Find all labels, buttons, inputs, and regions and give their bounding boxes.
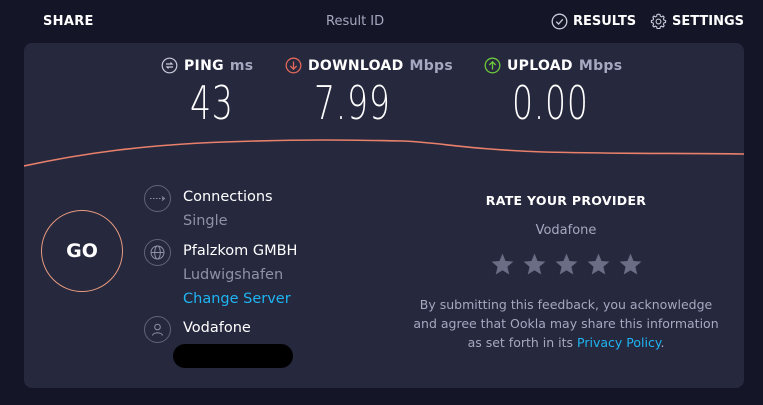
isp-name: Vodafone <box>183 320 251 336</box>
star-icon-3[interactable] <box>554 252 579 277</box>
upload-value: 0.00 <box>512 76 589 130</box>
star-icon-5[interactable] <box>618 252 643 277</box>
disclaimer-line-3: as set forth in its <box>467 335 574 350</box>
isp-info: Vodafone <box>144 316 293 368</box>
download-arrow-icon <box>285 57 302 74</box>
settings-label: SETTINGS <box>672 14 745 29</box>
upload-arrow-icon <box>484 57 501 74</box>
server-info: Pfalzkom GMBH Ludwigshafen Change Server <box>144 239 297 311</box>
result-id-label: Result ID <box>326 14 385 29</box>
share-button[interactable]: SHARE <box>43 14 94 29</box>
ping-metric: PING ms 43 <box>161 57 253 130</box>
connections-mode: Single <box>183 213 228 229</box>
disclaimer-line-1: By submitting this feedback, you acknowl… <box>419 297 713 312</box>
top-bar: SHARE Result ID RESULTS SETTINGS <box>0 0 763 44</box>
speed-graph <box>24 139 744 167</box>
privacy-policy-link[interactable]: Privacy Policy <box>577 335 660 350</box>
ping-label: PING <box>184 57 224 74</box>
ping-unit: ms <box>229 57 254 74</box>
globe-icon <box>144 239 171 266</box>
results-button[interactable]: RESULTS <box>551 13 636 30</box>
server-location: Ludwigshafen <box>183 267 284 283</box>
connections-icon <box>144 185 171 212</box>
upload-unit: Mbps <box>578 57 623 74</box>
server-name: Pfalzkom GMBH <box>183 243 298 259</box>
user-icon <box>144 316 171 343</box>
ping-value: 43 <box>190 76 234 130</box>
rate-provider-name: Vodafone <box>535 223 597 238</box>
upload-label: UPLOAD <box>507 57 573 74</box>
check-circle-icon <box>551 13 568 30</box>
settings-button[interactable]: SETTINGS <box>650 13 744 30</box>
redacted-ip <box>173 344 293 368</box>
feedback-disclaimer: By submitting this feedback, you acknowl… <box>396 295 736 352</box>
star-icon-1[interactable] <box>490 252 515 277</box>
disclaimer-period: . <box>660 335 665 350</box>
star-rating <box>396 252 736 277</box>
rate-provider-section: RATE YOUR PROVIDER Vodafone By submittin… <box>396 193 736 352</box>
gear-icon <box>650 13 667 30</box>
upload-metric: UPLOAD Mbps 0.00 <box>484 57 622 130</box>
rate-title: RATE YOUR PROVIDER <box>485 193 647 208</box>
star-icon-2[interactable] <box>522 252 547 277</box>
ping-icon <box>161 57 178 74</box>
download-unit: Mbps <box>409 57 454 74</box>
go-button[interactable]: GO <box>41 210 123 292</box>
change-server-link[interactable]: Change Server <box>183 287 297 311</box>
download-metric: DOWNLOAD Mbps 7.99 <box>285 57 453 130</box>
download-label: DOWNLOAD <box>308 57 404 74</box>
connections-title: Connections <box>183 189 273 205</box>
results-label: RESULTS <box>573 14 637 29</box>
result-panel: PING ms 43 DOWNLOAD Mbps 7.99 UPLOAD Mbp… <box>24 43 744 388</box>
connections-info: Connections Single <box>144 185 273 233</box>
star-icon-4[interactable] <box>586 252 611 277</box>
download-value: 7.99 <box>314 76 391 130</box>
disclaimer-line-2: and agree that Ookla may share this info… <box>413 316 719 331</box>
